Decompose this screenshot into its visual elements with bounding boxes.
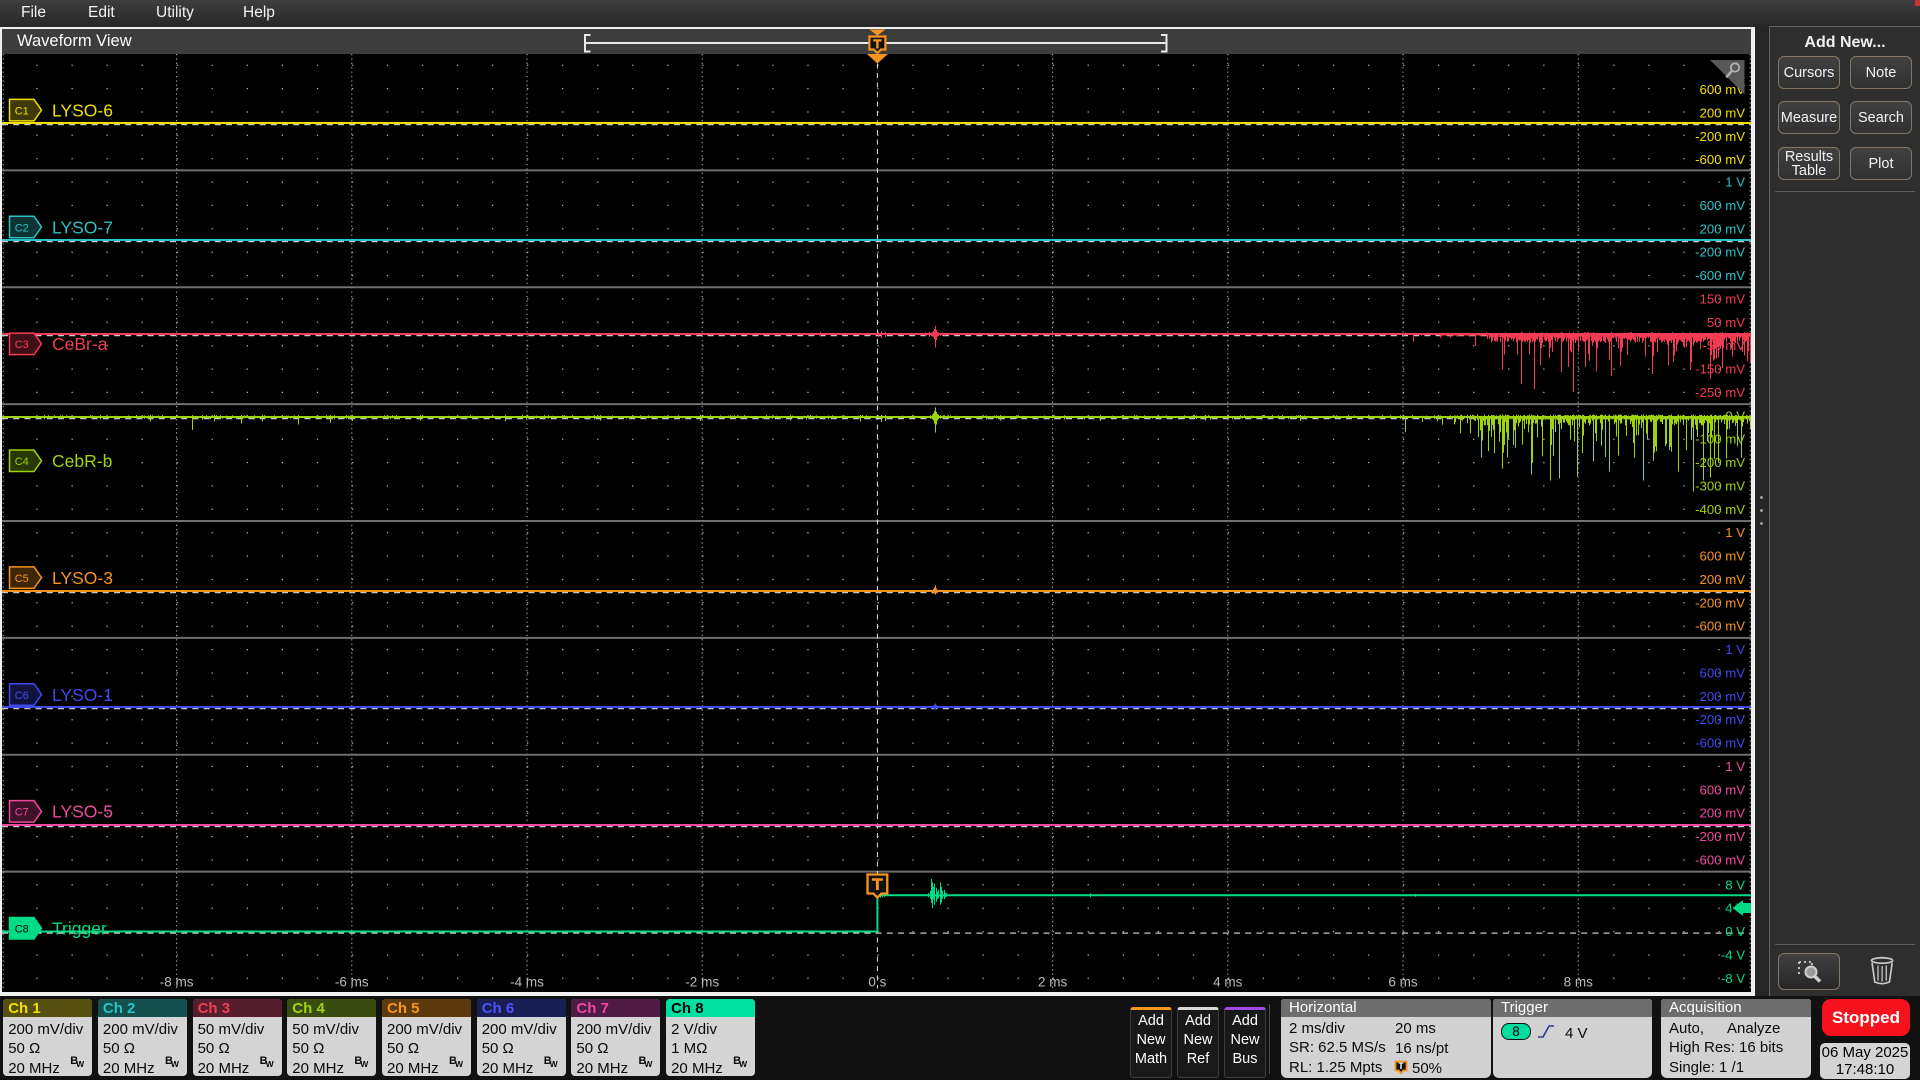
svg-text:50 mV: 50 mV [1707,315,1745,330]
svg-text:600 mV: 600 mV [1700,782,1746,797]
svg-text:Trigger: Trigger [52,919,107,939]
svg-text:-600 mV: -600 mV [1695,268,1745,283]
svg-text:-4 ms: -4 ms [510,975,544,990]
svg-text:-250 mV: -250 mV [1695,385,1745,400]
svg-text:600 mV: 600 mV [1700,549,1746,564]
svg-text:8 ms: 8 ms [1564,975,1594,990]
svg-text:-4 V: -4 V [1721,948,1745,963]
svg-text:0 V: 0 V [1725,408,1745,423]
svg-text:-8 ms: -8 ms [160,975,194,990]
svg-text:-200 mV: -200 mV [1695,129,1745,144]
svg-text:C6: C6 [15,690,29,702]
svg-text:-150 mV: -150 mV [1695,362,1745,377]
svg-text:C8: C8 [15,924,29,936]
svg-text:0 V: 0 V [1725,924,1745,939]
svg-text:C1: C1 [15,105,29,117]
svg-text:-200 mV: -200 mV [1695,595,1745,610]
svg-text:6 ms: 6 ms [1388,975,1418,990]
svg-text:-200 mV: -200 mV [1695,712,1745,727]
svg-text:CeBr-a: CeBr-a [52,334,108,354]
svg-text:-400 mV: -400 mV [1695,502,1745,517]
svg-text:600 mV: 600 mV [1700,666,1746,681]
svg-text:200 mV: 200 mV [1700,106,1746,121]
svg-text:-600 mV: -600 mV [1695,736,1745,751]
svg-text:LYSO-3: LYSO-3 [52,568,113,588]
svg-text:1 V: 1 V [1725,642,1745,657]
svg-text:-600 mV: -600 mV [1695,152,1745,167]
svg-text:LYSO-5: LYSO-5 [52,802,113,822]
svg-text:CebR-b: CebR-b [52,451,112,471]
svg-text:1 V: 1 V [1725,175,1745,190]
svg-text:LYSO-6: LYSO-6 [52,100,113,120]
svg-text:-50 mV: -50 mV [1702,338,1745,353]
svg-text:1 V: 1 V [1725,759,1745,774]
svg-text:C7: C7 [15,807,29,819]
svg-text:-6 ms: -6 ms [335,975,369,990]
svg-text:-200 mV: -200 mV [1695,829,1745,844]
svg-text:150 mV: 150 mV [1700,291,1746,306]
svg-text:1 V: 1 V [1725,525,1745,540]
svg-text:600 mV: 600 mV [1700,198,1746,213]
svg-text:C4: C4 [15,456,29,468]
svg-text:-2 ms: -2 ms [685,975,719,990]
svg-text:-100 mV: -100 mV [1695,432,1745,447]
svg-text:C3: C3 [15,339,29,351]
svg-text:4 ms: 4 ms [1213,975,1243,990]
svg-text:200 mV: 200 mV [1700,689,1746,704]
svg-text:0 s: 0 s [868,975,886,990]
svg-text:C2: C2 [15,222,29,234]
svg-text:8 V: 8 V [1725,877,1745,892]
svg-text:200 mV: 200 mV [1700,572,1746,587]
svg-text:-200 mV: -200 mV [1695,455,1745,470]
svg-text:-200 mV: -200 mV [1695,245,1745,260]
svg-text:-8 V: -8 V [1721,971,1745,986]
svg-text:LYSO-7: LYSO-7 [52,217,113,237]
svg-text:2 ms: 2 ms [1038,975,1068,990]
svg-text:-600 mV: -600 mV [1695,619,1745,634]
svg-text:200 mV: 200 mV [1700,806,1746,821]
svg-text:-600 mV: -600 mV [1695,853,1745,868]
svg-text:-300 mV: -300 mV [1695,478,1745,493]
svg-text:T: T [1398,1061,1404,1071]
svg-text:200 mV: 200 mV [1700,221,1746,236]
svg-text:C5: C5 [15,573,29,585]
svg-text:LYSO-1: LYSO-1 [52,685,113,705]
